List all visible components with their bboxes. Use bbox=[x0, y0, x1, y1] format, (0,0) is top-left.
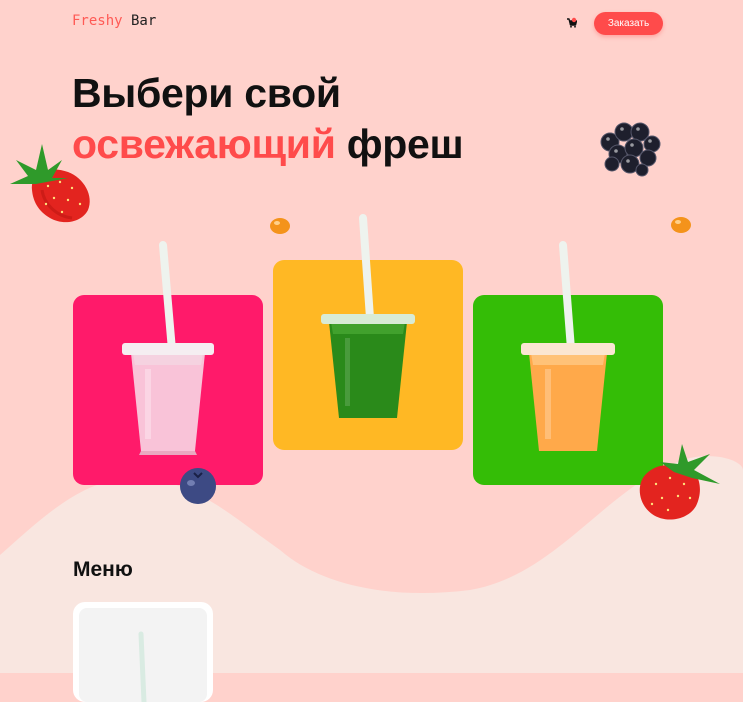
blackberry-icon bbox=[600, 122, 661, 177]
menu-item-image bbox=[79, 608, 207, 702]
cart-icon[interactable] bbox=[566, 17, 577, 28]
strawberry-icon bbox=[10, 144, 90, 223]
logo-part-2: Bar bbox=[122, 13, 157, 29]
hero-title-line1: Выбери свой bbox=[72, 70, 341, 116]
logo-part-1: Freshy bbox=[72, 13, 123, 29]
order-button[interactable]: Заказать bbox=[594, 12, 663, 35]
header: Freshy Bar Заказать bbox=[0, 0, 743, 46]
blueberry-icon bbox=[180, 468, 216, 504]
sea-buckthorn-icon bbox=[671, 217, 691, 233]
sea-buckthorn-icon bbox=[270, 218, 290, 234]
berry-smoothie-icon bbox=[122, 241, 214, 455]
drink-icon bbox=[138, 631, 147, 702]
green-smoothie-icon bbox=[321, 214, 415, 418]
hero-title-line2: фреш bbox=[335, 121, 464, 167]
product-card-green[interactable] bbox=[273, 214, 463, 450]
product-card-berry[interactable] bbox=[73, 241, 263, 485]
strawberry-icon bbox=[639, 444, 720, 520]
menu-title: Меню bbox=[73, 558, 133, 581]
menu-item-card[interactable] bbox=[73, 602, 213, 702]
hero-title-accent: освежающий bbox=[72, 121, 336, 167]
logo[interactable]: Freshy Bar bbox=[72, 13, 156, 29]
hero-title: Выбери свой освежающий фреш bbox=[72, 68, 464, 170]
